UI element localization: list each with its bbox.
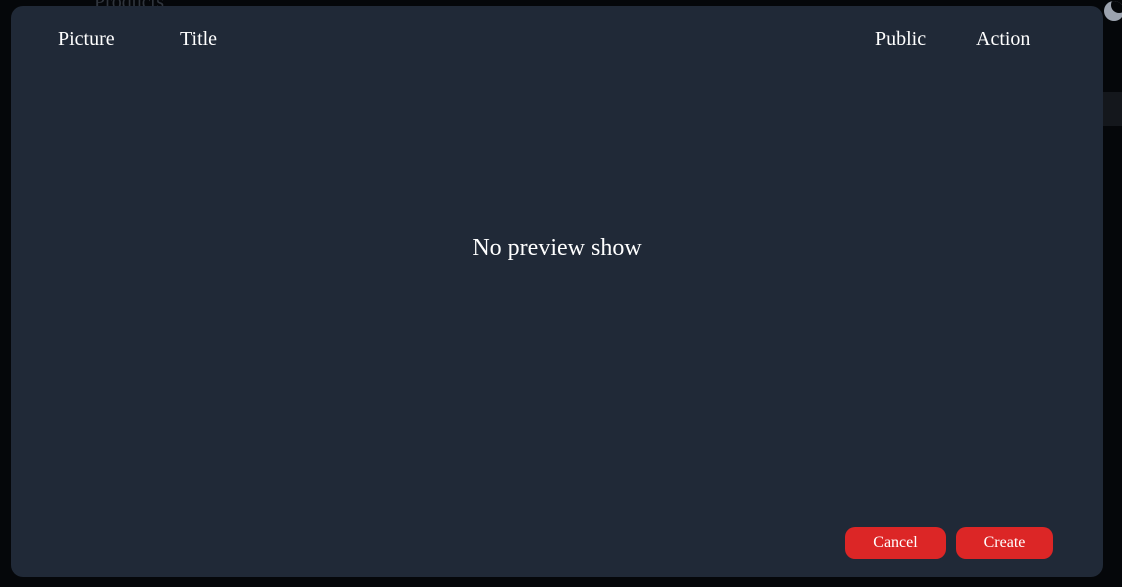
cancel-button[interactable]: Cancel (845, 527, 946, 559)
create-modal: Picture Title Public Action No preview s… (11, 6, 1103, 577)
column-header-picture: Picture (58, 28, 115, 50)
create-button[interactable]: Create (956, 527, 1053, 559)
table-header: Picture Title Public Action (11, 26, 1103, 52)
column-header-public: Public (875, 28, 927, 50)
column-header-action: Action (976, 28, 1031, 50)
background-row (1100, 92, 1122, 126)
more-dots-icon[interactable] (38, 578, 58, 584)
moon-icon[interactable] (1104, 1, 1122, 21)
empty-preview-message: No preview show (472, 235, 642, 261)
column-header-title: Title (180, 28, 218, 50)
